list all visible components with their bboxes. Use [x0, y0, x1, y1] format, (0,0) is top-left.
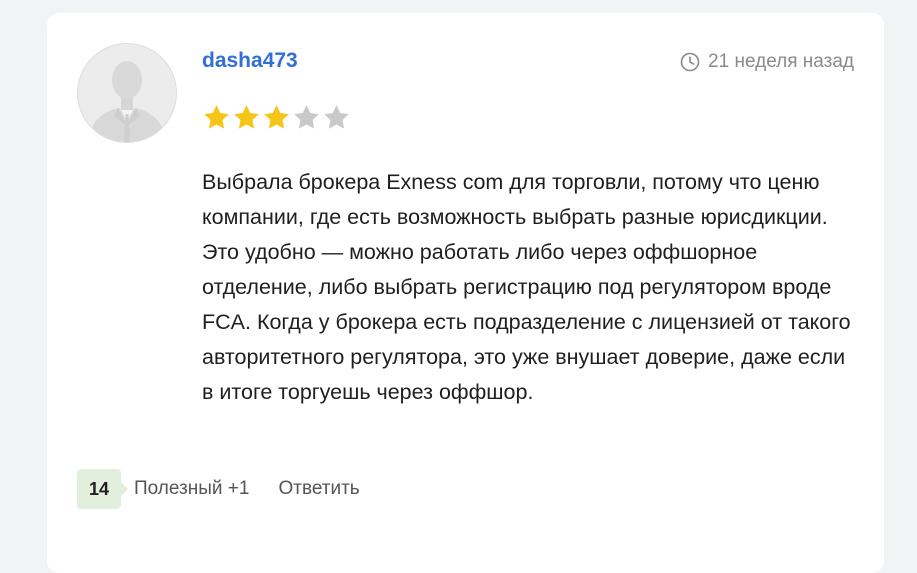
- star-rating: [202, 103, 351, 132]
- star-filled-icon: [204, 105, 229, 129]
- helpful-count-badge: 14: [77, 469, 128, 509]
- review-text: Выбрала брокера Exness com для торговли,…: [202, 170, 851, 404]
- avatar[interactable]: [77, 43, 177, 143]
- reply-button[interactable]: Ответить: [278, 478, 359, 500]
- star-empty-icon: [324, 105, 349, 129]
- helpful-button[interactable]: Полезный +1: [134, 478, 249, 500]
- star-filled-icon: [234, 105, 259, 129]
- review-footer: 14 Полезный +1 Ответить: [77, 469, 360, 509]
- star-empty-icon: [294, 105, 319, 129]
- username-link[interactable]: dasha473: [202, 49, 298, 73]
- time-ago-text: 21 неделя назад: [708, 51, 854, 72]
- review-timestamp: 21 неделя назад: [680, 51, 854, 73]
- star-filled-icon: [264, 105, 289, 129]
- review-card: dasha473 21 неделя назад Выбрала брокера…: [47, 13, 884, 573]
- clock-icon: [680, 52, 700, 72]
- user-silhouette-icon: [88, 61, 166, 142]
